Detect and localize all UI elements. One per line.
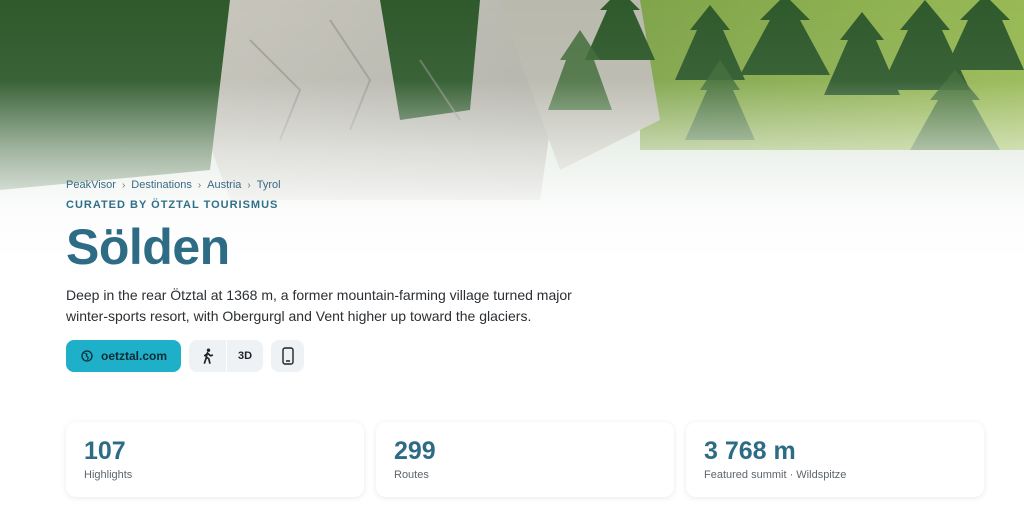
breadcrumb-link-tyrol[interactable]: Tyrol	[257, 179, 281, 191]
breadcrumb-link-destinations[interactable]: Destinations	[131, 179, 192, 191]
curated-by-label: CURATED BY ÖTZTAL TOURISMUS	[66, 199, 279, 211]
website-button[interactable]: oetztal.com	[66, 340, 182, 372]
stat-label: Featured summit · Wildspitze	[704, 469, 847, 481]
stat-label: Routes	[394, 469, 429, 481]
action-bar: oetztal.com 3D	[66, 340, 305, 372]
stat-value: 299	[394, 437, 436, 465]
globe-icon	[81, 350, 93, 362]
hiker-icon	[203, 348, 213, 364]
view-mode-toggle: 3D	[189, 340, 264, 372]
stats-row: 107 Highlights 299 Routes 3 768 m Featur…	[66, 422, 996, 497]
stat-value: 3 768 m	[704, 437, 796, 465]
stat-card-routes[interactable]: 299 Routes	[376, 422, 674, 497]
3d-view-button[interactable]: 3D	[226, 340, 263, 372]
breadcrumb-link-peakvisor[interactable]: PeakVisor	[66, 179, 116, 191]
breadcrumb-separator: ›	[121, 179, 126, 191]
mobile-app-button[interactable]	[271, 340, 305, 372]
stat-card-highlights[interactable]: 107 Highlights	[66, 422, 364, 497]
breadcrumb-link-austria[interactable]: Austria	[207, 179, 241, 191]
stat-label: Highlights	[84, 469, 133, 481]
hike-mode-button[interactable]	[189, 340, 226, 372]
breadcrumb-separator: ›	[197, 179, 202, 191]
smartphone-icon	[281, 347, 294, 365]
website-button-label: oetztal.com	[101, 349, 168, 363]
stat-card-featured-summit[interactable]: 3 768 m Featured summit · Wildspitze	[686, 422, 984, 497]
breadcrumb: PeakVisor › Destinations › Austria › Tyr…	[66, 178, 966, 192]
stat-value: 107	[84, 437, 126, 465]
page-title: Sölden	[66, 219, 230, 275]
breadcrumb-separator: ›	[247, 179, 251, 191]
destination-description: Deep in the rear Ötztal at 1368 m, a for…	[66, 287, 572, 324]
